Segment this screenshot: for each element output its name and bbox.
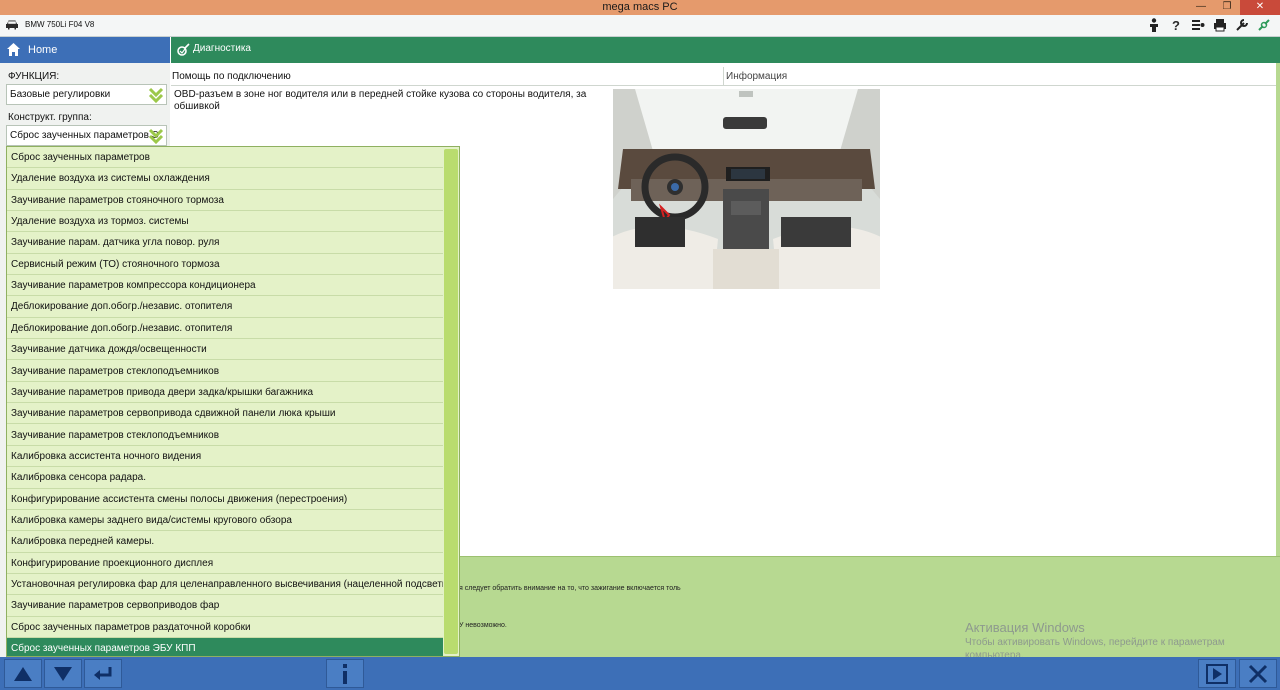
group-dropdown-list[interactable]: Сброс заученных параметров Удаление возду…: [6, 146, 460, 657]
next-button[interactable]: [1198, 659, 1236, 688]
minimize-button[interactable]: —: [1188, 0, 1214, 15]
dropdown-item[interactable]: Калибровка камеры заднего вида/системы к…: [7, 510, 443, 532]
dropdown-item[interactable]: Деблокирование доп.обогр./независ. отопи…: [7, 296, 443, 318]
close-button[interactable]: [1239, 659, 1277, 688]
connection-help-title: Помощь по подключению: [172, 71, 291, 82]
activation-watermark-title: Активация Windows: [965, 620, 1085, 635]
dropdown-item[interactable]: Сброс заученных параметров раздаточной к…: [7, 617, 443, 638]
chevron-down-icon: [148, 87, 164, 103]
instruction-text-1: я следует обратить внимание на то, что з…: [459, 585, 681, 592]
connection-icon[interactable]: [1256, 17, 1272, 33]
home-label: Home: [28, 44, 58, 56]
window-close-button[interactable]: ✕: [1240, 0, 1280, 15]
window-title: mega macs PC: [602, 1, 678, 13]
group-label: Конструкт. группа:: [8, 112, 92, 123]
settings-list-icon[interactable]: [1190, 17, 1206, 33]
connection-help-header[interactable]: Помощь по подключению: [171, 67, 723, 86]
play-icon: [1206, 663, 1228, 684]
instruction-text-2: У невозможно.: [459, 622, 507, 629]
dropdown-item[interactable]: Заучивание парам. датчика угла повор. ру…: [7, 232, 443, 254]
dropdown-item[interactable]: Калибровка сенсора радара.: [7, 467, 443, 489]
scroll-down-button[interactable]: [44, 659, 82, 688]
scroll-up-button[interactable]: [4, 659, 42, 688]
dropdown-item[interactable]: Заучивание параметров стеклоподъемников: [7, 361, 443, 382]
dropdown-item[interactable]: Деблокирование доп.обогр./независ. отопи…: [7, 318, 443, 340]
dropdown-item[interactable]: Заучивание параметров стояночного тормоз…: [7, 190, 443, 211]
dropdown-item[interactable]: Конфигурирование проекционного дисплея: [7, 553, 443, 574]
function-label: ФУНКЦИЯ:: [8, 71, 60, 82]
help-icon[interactable]: ?: [1168, 17, 1184, 33]
tools-icon[interactable]: [1234, 17, 1250, 33]
dropdown-item[interactable]: Удаление воздуха из системы охлаждения: [7, 168, 443, 190]
diagnostics-header: Диагностика: [171, 37, 1280, 63]
arrow-down-icon: [54, 666, 72, 681]
dropdown-item[interactable]: Калибровка ассистента ночного видения: [7, 446, 443, 468]
toolbar-icons: ?: [1146, 17, 1272, 33]
diagnostics-icon: [177, 43, 190, 56]
bottom-toolbar: [0, 657, 1280, 690]
dropdown-item[interactable]: Заучивание параметров стеклоподъемников: [7, 425, 443, 446]
print-icon[interactable]: [1212, 17, 1228, 33]
dropdown-item[interactable]: Заучивание параметров сервопривода сдвиж…: [7, 403, 443, 425]
window-controls: — ❐ ✕: [1188, 0, 1280, 15]
connection-help-text: OBD-разъем в зоне ног водителя или в пер…: [174, 89, 587, 112]
dropdown-item[interactable]: Заучивание параметров привода двери задк…: [7, 382, 443, 404]
group-select[interactable]: Сброс заученных параметров Э: [6, 125, 167, 146]
function-select[interactable]: Базовые регулировки: [6, 84, 167, 105]
dropdown-item[interactable]: Заучивание параметров сервоприводов фар: [7, 595, 443, 617]
car-interior-image: [613, 89, 880, 289]
window-titlebar: mega macs PC — ❐ ✕: [0, 0, 1280, 15]
info-button[interactable]: [326, 659, 364, 688]
group-select-value: Сброс заученных параметров Э: [10, 130, 159, 141]
home-icon: [7, 43, 20, 56]
dropdown-item[interactable]: Установочная регулировка фар для целенап…: [7, 574, 443, 596]
vehicle-name: BMW 750Li F04 V8: [25, 20, 95, 29]
diagnostics-label: Диагностика: [193, 43, 251, 54]
dropdown-item[interactable]: Сервисный режим (ТО) стояночного тормоза: [7, 254, 443, 276]
function-select-value: Базовые регулировки: [10, 89, 111, 100]
information-header[interactable]: Информация: [723, 67, 1276, 86]
dropdown-item[interactable]: Калибровка передней камеры.: [7, 531, 443, 553]
dropdown-item[interactable]: Сброс заученных параметров: [7, 147, 443, 169]
person-icon[interactable]: [1146, 17, 1162, 33]
dropdown-item[interactable]: Заучивание датчика дождя/освещенности: [7, 339, 443, 361]
dropdown-item[interactable]: Заучивание параметров компрессора кондиц…: [7, 275, 443, 297]
close-icon: [1248, 664, 1268, 683]
car-icon[interactable]: [5, 19, 19, 30]
arrow-up-icon: [14, 666, 32, 681]
enter-icon: [94, 666, 112, 680]
dropdown-item[interactable]: Удаление воздуха из тормоз. системы: [7, 211, 443, 233]
info-icon: [343, 663, 347, 684]
dropdown-item[interactable]: Конфигурирование ассистента смены полосы…: [7, 489, 443, 510]
chevron-down-icon: [148, 128, 164, 144]
dropdown-scrollbar[interactable]: [444, 149, 458, 654]
vehicle-toolbar: BMW 750Li F04 V8 ?: [0, 15, 1280, 37]
information-title: Информация: [726, 71, 788, 82]
dropdown-item[interactable]: Сброс заученных параметров ЭБУ КПП: [7, 638, 443, 656]
right-border: [1276, 63, 1280, 557]
enter-button[interactable]: [84, 659, 122, 688]
home-tab[interactable]: Home: [0, 37, 170, 63]
restore-button[interactable]: ❐: [1214, 0, 1240, 15]
